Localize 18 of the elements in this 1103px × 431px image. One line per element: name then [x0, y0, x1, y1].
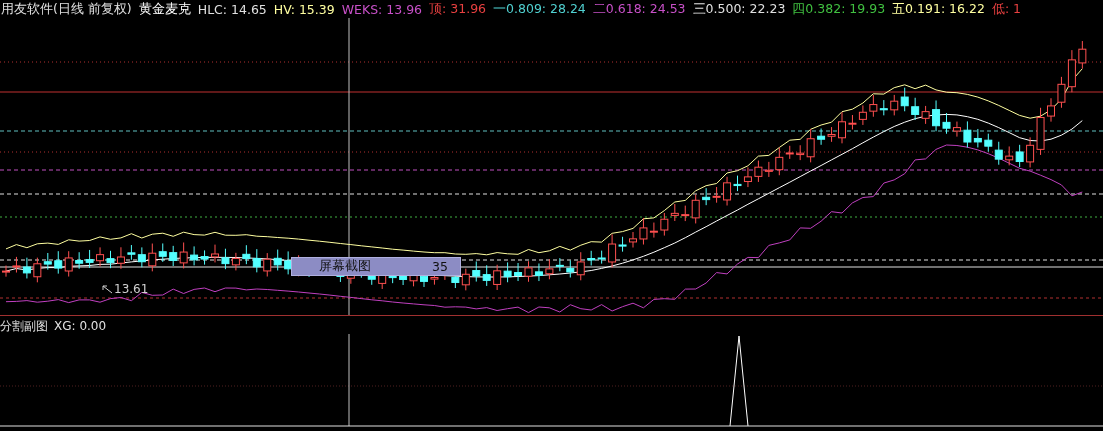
- popup-label: 屏幕截图: [319, 258, 371, 275]
- arrow-icon: [101, 284, 113, 294]
- legend-value: 四0.382: 19.93: [792, 0, 886, 18]
- legend-value: 二0.618: 24.53: [592, 0, 686, 18]
- chart-title: 用友软件(日线 前复权): [1, 0, 132, 18]
- legend-value: 一0.809: 28.24: [493, 0, 586, 18]
- legend-value: 低: 1: [991, 0, 1021, 18]
- legend-value: HV: 15.39: [273, 1, 335, 17]
- low-price-label: 13.61: [114, 282, 149, 296]
- popup-value: 35: [432, 259, 448, 274]
- legend-value: 五0.191: 16.22: [892, 0, 985, 18]
- legend-value: 三0.500: 22.23: [692, 0, 786, 18]
- legend-value: WEKS: 13.96: [341, 1, 423, 17]
- subchart-title: 分割副图: [0, 317, 48, 335]
- legend-value: HLC: 14.65: [197, 1, 267, 17]
- subchart-reading: XG: 0.00: [54, 319, 107, 333]
- indicator-name: 黄金麦克: [138, 0, 191, 18]
- legend-value: 顶: 31.96: [429, 0, 487, 18]
